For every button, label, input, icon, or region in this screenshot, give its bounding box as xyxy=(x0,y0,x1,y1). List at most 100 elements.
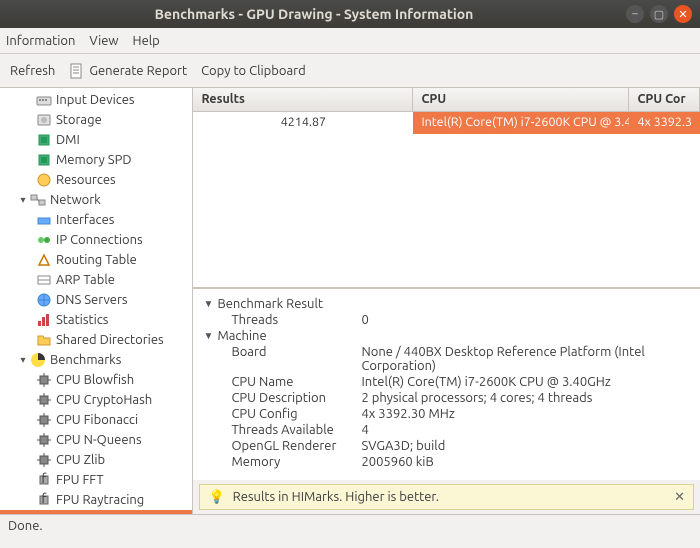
bm-icon xyxy=(30,352,46,368)
dir-icon xyxy=(36,332,52,348)
tree-item-label: CPU Blowfish xyxy=(56,373,134,387)
cpucfg-value: 4x 3392.30 MHz xyxy=(361,407,690,421)
dns-icon xyxy=(36,292,52,308)
cpu-icon xyxy=(36,392,52,408)
tree-item-label: CPU Fibonacci xyxy=(56,413,138,427)
fpu-icon: f xyxy=(36,472,52,488)
tree-item-label: ARP Table xyxy=(56,273,115,287)
fpu-icon: f xyxy=(36,492,52,508)
refresh-button[interactable]: Refresh xyxy=(10,64,55,78)
maximize-button[interactable]: ▢ xyxy=(650,5,668,23)
hint-bar: 💡 Results in HIMarks. Higher is better. … xyxy=(199,484,694,510)
tree-item-label: CPU N-Queens xyxy=(56,433,142,447)
tree-item-cpu-fibonacci[interactable]: CPU Fibonacci xyxy=(0,410,192,430)
rt-icon xyxy=(36,252,52,268)
cpu-icon xyxy=(36,452,52,468)
tree-item-dmi[interactable]: DMI xyxy=(0,130,192,150)
cell-cores: 4x 3392.3 xyxy=(629,112,700,134)
status-text: Done. xyxy=(8,519,43,533)
tree-item-dns-servers[interactable]: DNS Servers xyxy=(0,290,192,310)
threads-avail-label: Threads Available xyxy=(231,423,361,437)
tree-item-resources[interactable]: Resources xyxy=(0,170,192,190)
hint-close-icon[interactable]: ✕ xyxy=(674,490,685,505)
toolbar: Refresh Generate Report Copy to Clipboar… xyxy=(0,54,700,88)
menubar: Information View Help xyxy=(0,28,700,54)
tree-item-label: Benchmarks xyxy=(50,353,121,367)
gpu-icon xyxy=(36,512,52,514)
tree-item-input-devices[interactable]: Input Devices xyxy=(0,90,192,110)
tree-item-fpu-fft[interactable]: fFPU FFT xyxy=(0,470,192,490)
tree-item-cpu-cryptohash[interactable]: CPU CryptoHash xyxy=(0,390,192,410)
kbd-icon xyxy=(36,92,52,108)
threads-value: 0 xyxy=(361,313,690,327)
tree-item-statistics[interactable]: Statistics xyxy=(0,310,192,330)
group-machine: Machine xyxy=(217,329,266,343)
lightbulb-icon: 💡 xyxy=(208,490,224,505)
col-results[interactable]: Results xyxy=(193,88,413,111)
tree-item-gpu-drawing[interactable]: GPU Drawing xyxy=(0,510,192,514)
tree-item-label: Storage xyxy=(56,113,102,127)
cell-cpu: Intel(R) Core(TM) i7-2600K CPU @ 3.40GHz xyxy=(413,112,629,134)
expand-icon[interactable]: ▾ xyxy=(18,354,28,366)
arp-icon xyxy=(36,272,52,288)
col-cpu-cores[interactable]: CPU Cor xyxy=(629,88,700,111)
cpu-icon xyxy=(36,412,52,428)
tree-item-label: DMI xyxy=(56,133,80,147)
minimize-button[interactable]: – xyxy=(626,5,644,23)
disclosure-icon[interactable]: ▼ xyxy=(203,330,217,342)
hint-text: Results in HIMarks. Higher is better. xyxy=(233,490,439,504)
menu-view[interactable]: View xyxy=(89,34,118,48)
net-icon xyxy=(30,192,46,208)
tree-item-fpu-raytracing[interactable]: fFPU Raytracing xyxy=(0,490,192,510)
tree-item-label: CPU Zlib xyxy=(56,453,105,467)
tree-item-storage[interactable]: Storage xyxy=(0,110,192,130)
disclosure-icon[interactable]: ▼ xyxy=(203,298,217,310)
tree-sidebar[interactable]: Input Devices Storage DMI Memory SPD Resourc… xyxy=(0,88,193,514)
disk-icon xyxy=(36,112,52,128)
board-value: None / 440BX Desktop Reference Platform … xyxy=(361,345,690,373)
svg-text:f: f xyxy=(42,472,47,486)
close-button[interactable]: ✕ xyxy=(674,5,692,23)
cpu-icon xyxy=(36,372,52,388)
tree-item-label: Resources xyxy=(56,173,116,187)
window-title: Benchmarks - GPU Drawing - System Inform… xyxy=(8,6,620,22)
tree-item-arp-table[interactable]: ARP Table xyxy=(0,270,192,290)
tree-item-routing-table[interactable]: Routing Table xyxy=(0,250,192,270)
tree-item-interfaces[interactable]: Interfaces xyxy=(0,210,192,230)
threads-avail-value: 4 xyxy=(361,423,690,437)
ip-icon xyxy=(36,232,52,248)
chip-icon xyxy=(36,132,52,148)
board-label: Board xyxy=(231,345,361,373)
tree-item-label: Routing Table xyxy=(56,253,137,267)
table-row[interactable]: 4214.87 Intel(R) Core(TM) i7-2600K CPU @… xyxy=(193,112,700,134)
generate-report-button[interactable]: Generate Report xyxy=(69,63,187,79)
stat-icon xyxy=(36,312,52,328)
tree-item-cpu-n-queens[interactable]: CPU N-Queens xyxy=(0,430,192,450)
tree-item-ip-connections[interactable]: IP Connections xyxy=(0,230,192,250)
tree-item-benchmarks[interactable]: ▾ Benchmarks xyxy=(0,350,192,370)
menu-help[interactable]: Help xyxy=(133,34,160,48)
col-cpu[interactable]: CPU xyxy=(413,88,629,111)
cpucfg-label: CPU Config xyxy=(231,407,361,421)
expand-icon[interactable]: ▾ xyxy=(18,194,28,206)
cell-results: 4214.87 xyxy=(193,112,413,134)
status-bar: Done. xyxy=(0,514,700,538)
cpuname-label: CPU Name xyxy=(231,375,361,389)
tree-item-cpu-blowfish[interactable]: CPU Blowfish xyxy=(0,370,192,390)
tree-item-shared-directories[interactable]: Shared Directories xyxy=(0,330,192,350)
tree-item-label: Memory SPD xyxy=(56,153,132,167)
tree-item-label: DNS Servers xyxy=(56,293,128,307)
svg-text:f: f xyxy=(42,492,47,506)
menu-information[interactable]: Information xyxy=(6,34,75,48)
tree-item-label: Network xyxy=(50,193,101,207)
results-table: Results CPU CPU Cor 4214.87 Intel(R) Cor… xyxy=(193,88,700,288)
tree-item-memory-spd[interactable]: Memory SPD xyxy=(0,150,192,170)
cpuname-value: Intel(R) Core(TM) i7-2600K CPU @ 3.40GHz xyxy=(361,375,690,389)
tree-item-label: Shared Directories xyxy=(56,333,164,347)
copy-clipboard-button[interactable]: Copy to Clipboard xyxy=(201,64,306,78)
copy-label: Copy to Clipboard xyxy=(201,64,306,78)
tree-item-network[interactable]: ▾ Network xyxy=(0,190,192,210)
report-icon xyxy=(69,63,85,79)
tree-item-cpu-zlib[interactable]: CPU Zlib xyxy=(0,450,192,470)
threads-label: Threads xyxy=(231,313,361,327)
